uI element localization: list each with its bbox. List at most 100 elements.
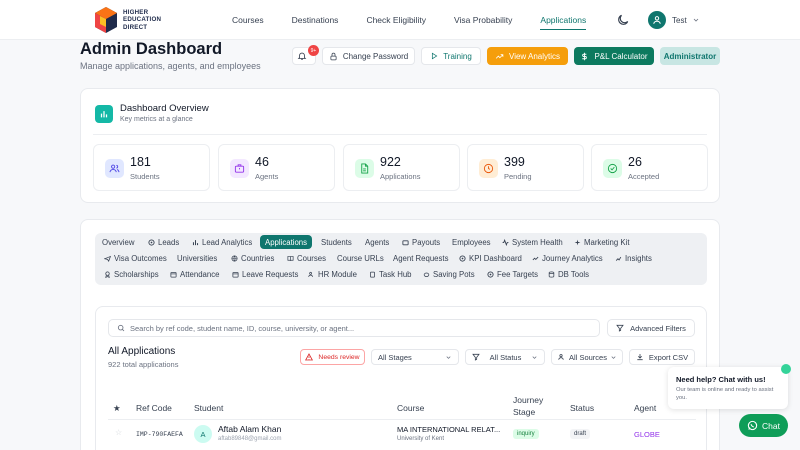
users-icon xyxy=(558,354,564,360)
tab-marketing-kit[interactable]: Marketing Kit xyxy=(569,235,635,249)
nav-check-eligibility[interactable]: Check Eligibility xyxy=(366,15,426,25)
tab-label: Students xyxy=(321,237,352,247)
tab-lead-analytics[interactable]: Lead Analytics xyxy=(187,235,257,249)
nav-destinations[interactable]: Destinations xyxy=(292,15,339,25)
tab-scholarships[interactable]: Scholarships xyxy=(99,267,164,281)
search-input[interactable]: Search by ref code, student name, ID, co… xyxy=(108,319,600,337)
tab-saving-pots[interactable]: Saving Pots xyxy=(418,267,480,281)
user-icon xyxy=(653,16,661,24)
tab-journey-analytics[interactable]: Journey Analytics xyxy=(527,251,608,265)
university-name: University of Kent xyxy=(397,436,445,442)
sources-select[interactable]: All Sources xyxy=(551,349,623,365)
tab-label: System Health xyxy=(512,237,563,247)
needs-review-button[interactable]: Needs review xyxy=(300,349,365,365)
tab-universities[interactable]: Universities xyxy=(172,251,222,265)
target-icon xyxy=(459,254,466,262)
view-analytics-label: View Analytics xyxy=(509,51,560,61)
col-status[interactable]: Status xyxy=(570,403,594,413)
tab-agents[interactable]: Agents xyxy=(360,235,394,249)
target-icon xyxy=(148,238,155,246)
tab-db-tools[interactable]: DB Tools xyxy=(543,267,594,281)
tab-students[interactable]: Students xyxy=(316,235,357,249)
col-journey-stage[interactable]: Journey Stage xyxy=(513,394,553,419)
tab-task-hub[interactable]: Task Hub xyxy=(364,267,417,281)
tab-system-health[interactable]: System Health xyxy=(497,235,568,249)
agent-name[interactable]: GLOBE xyxy=(634,430,660,439)
nav-applications[interactable]: Applications xyxy=(540,15,587,30)
tab-hr-module[interactable]: HR Module xyxy=(303,267,362,281)
user-menu[interactable]: Test xyxy=(648,11,700,29)
tab-courses[interactable]: Courses xyxy=(282,251,331,265)
briefcase-icon xyxy=(230,159,249,178)
stat-label: Pending xyxy=(504,172,532,181)
tab-label: Marketing Kit xyxy=(584,237,630,247)
calendar-icon xyxy=(232,271,239,278)
stat-label: Accepted xyxy=(628,172,660,181)
tab-kpi-dashboard[interactable]: KPI Dashboard xyxy=(454,251,527,265)
stat-students[interactable]: 181 Students xyxy=(93,144,210,191)
col-course[interactable]: Course xyxy=(397,403,424,413)
export-csv-button[interactable]: Export CSV xyxy=(629,349,695,365)
star-icon[interactable]: ☆ xyxy=(115,428,122,437)
filter-icon xyxy=(616,324,624,332)
activity-icon xyxy=(502,238,509,246)
alert-triangle-icon xyxy=(305,353,314,361)
bar-chart-icon xyxy=(192,239,199,245)
tab-visa-outcomes[interactable]: Visa Outcomes xyxy=(99,251,172,265)
chat-button[interactable]: Chat xyxy=(739,414,788,437)
nav-courses[interactable]: Courses xyxy=(232,15,264,25)
student-name[interactable]: Aftab Alam Khan xyxy=(218,424,281,434)
change-password-label: Change Password xyxy=(342,51,409,61)
calendar-icon xyxy=(170,271,177,278)
star-column-icon[interactable]: ★ xyxy=(113,403,121,414)
brand-line-3: DIRECT xyxy=(123,23,148,31)
tab-overview[interactable]: Overview xyxy=(97,235,140,249)
training-button[interactable]: Training xyxy=(421,47,481,65)
tab-label: Employees xyxy=(452,237,491,247)
stages-select[interactable]: All Stages xyxy=(371,349,459,365)
tab-label: Agent Requests xyxy=(393,253,449,263)
tab-label: HR Module xyxy=(318,269,357,279)
notifications-button[interactable]: 9+ xyxy=(292,45,319,65)
tab-countries[interactable]: Countries xyxy=(226,251,279,265)
status-select[interactable]: All Status xyxy=(465,349,545,365)
nav-visa-probability[interactable]: Visa Probability xyxy=(454,15,512,25)
stat-pending[interactable]: 399 Pending xyxy=(467,144,584,191)
moon-icon[interactable] xyxy=(616,13,630,27)
tab-fee-targets[interactable]: Fee Targets xyxy=(482,267,543,281)
pl-calculator-button[interactable]: P&L Calculator xyxy=(574,47,654,65)
advanced-filters-button[interactable]: Advanced Filters xyxy=(607,319,695,337)
tab-attendance[interactable]: Attendance xyxy=(165,267,224,281)
tab-agent-requests[interactable]: Agent Requests xyxy=(388,251,453,265)
tab-insights[interactable]: Insights xyxy=(610,251,657,265)
col-agent[interactable]: Agent xyxy=(634,403,656,413)
col-student[interactable]: Student xyxy=(194,403,223,413)
needs-review-label: Needs review xyxy=(318,353,360,361)
tab-payouts[interactable]: Payouts xyxy=(397,235,445,249)
tab-label: Course URLs xyxy=(337,253,384,263)
col-ref-code[interactable]: Ref Code xyxy=(136,403,172,413)
tab-applications[interactable]: Applications xyxy=(260,235,313,249)
clock-icon xyxy=(479,159,498,178)
tab-leads[interactable]: Leads xyxy=(143,235,184,249)
tab-employees[interactable]: Employees xyxy=(447,235,496,249)
filter-icon xyxy=(472,353,480,361)
chevron-down-icon xyxy=(693,18,698,22)
stat-accepted[interactable]: 26 Accepted xyxy=(591,144,708,191)
search-icon xyxy=(117,324,125,332)
brand-logo[interactable]: HIGHER EDUCATION DIRECT xyxy=(95,6,175,34)
tab-course-urls[interactable]: Course URLs xyxy=(332,251,389,265)
stat-value: 922 xyxy=(380,155,401,169)
nav-links: Courses Destinations Check Eligibility V… xyxy=(232,0,614,40)
change-password-button[interactable]: Change Password xyxy=(322,47,415,65)
tab-label: Lead Analytics xyxy=(202,237,253,247)
stat-label: Agents xyxy=(255,172,279,181)
chat-popup[interactable]: Need help? Chat with us! Our team is onl… xyxy=(668,367,788,409)
stat-applications[interactable]: 922 Applications xyxy=(343,144,460,191)
user-name: Test xyxy=(672,15,687,25)
tab-label: Universities xyxy=(177,253,218,263)
view-analytics-button[interactable]: View Analytics xyxy=(487,47,568,65)
tab-leave-requests[interactable]: Leave Requests xyxy=(227,267,303,281)
stat-agents[interactable]: 46 Agents xyxy=(218,144,335,191)
close-chat-popup-button[interactable] xyxy=(781,364,791,374)
